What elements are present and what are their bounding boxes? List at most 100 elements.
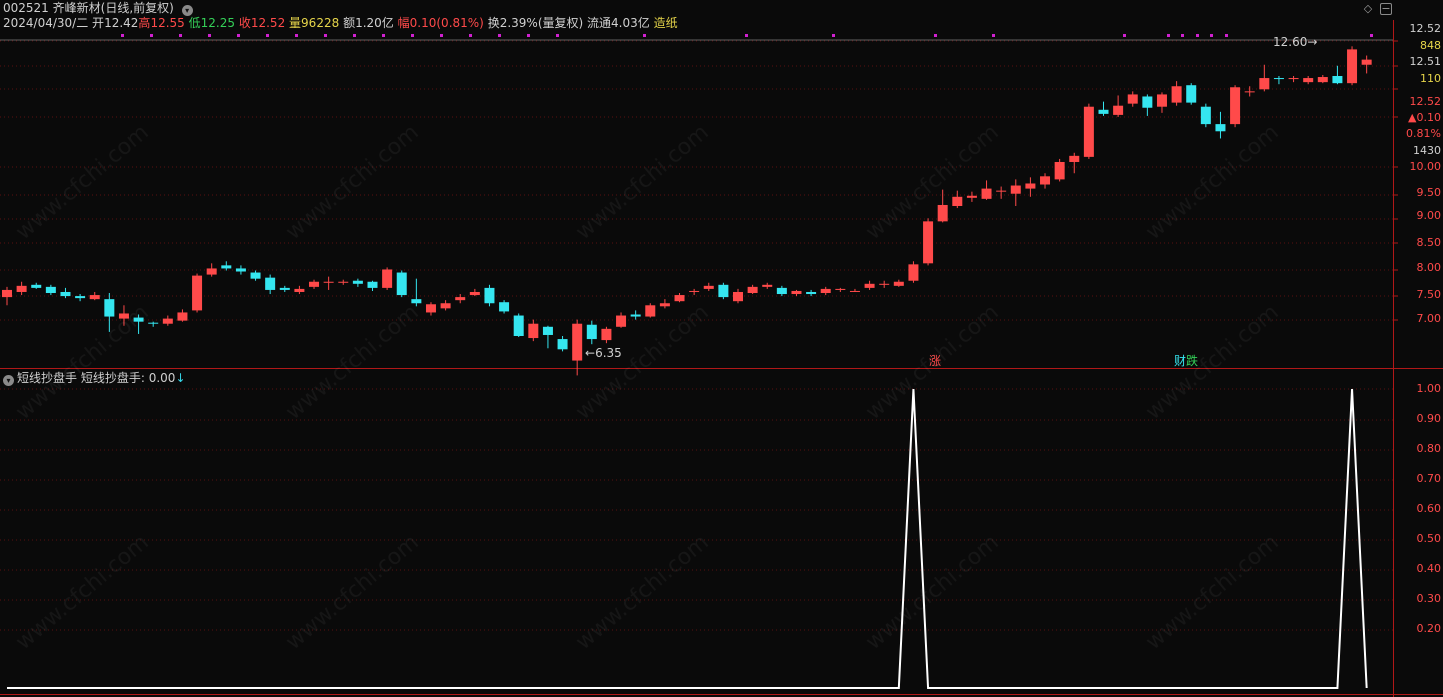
candle-down — [806, 291, 817, 295]
indicator-axis-label: 0.40 — [1416, 562, 1442, 575]
event-dot — [498, 34, 501, 37]
event-dot — [527, 34, 530, 37]
change-label: 幅 — [397, 16, 410, 30]
price-axis-label: 8.00 — [1416, 261, 1442, 274]
quote-info-row: 2024/04/30/二 开12.42高12.55 低12.25 收12.52 … — [3, 15, 678, 31]
candle-up — [1361, 59, 1372, 65]
price-axis-label: 12.52 — [1409, 22, 1442, 35]
candle-down — [557, 339, 568, 350]
indicator-axis-label: 0.90 — [1416, 412, 1442, 425]
candle-up — [996, 190, 1007, 192]
event-down-label: 跌 — [1186, 354, 1199, 368]
candle-up — [1069, 155, 1080, 162]
candle-up — [338, 281, 349, 283]
candle-up — [1317, 77, 1328, 83]
indicator-value: 0.00 — [148, 371, 176, 385]
candle-down — [133, 317, 144, 322]
candle-down — [396, 272, 407, 296]
candle-up — [601, 328, 612, 341]
candle-up — [733, 291, 743, 302]
candle-up — [791, 290, 802, 295]
event-dot — [469, 34, 472, 37]
candle-up — [309, 281, 320, 287]
volume-label: 量 — [289, 16, 302, 30]
amount-value: 1.20亿 — [355, 16, 394, 30]
candle-down — [776, 287, 787, 295]
event-dot — [382, 34, 385, 37]
candle-up — [1259, 78, 1270, 90]
candle-down — [1098, 109, 1109, 114]
candle-down — [484, 287, 495, 304]
max-price-label: 12.60→ — [1273, 35, 1318, 49]
low-value: 12.25 — [200, 16, 235, 30]
event-dot — [150, 34, 153, 37]
price-axis-label: ▲0.10 — [1408, 111, 1441, 124]
candle-up — [469, 291, 480, 296]
indicator-line — [7, 388, 1368, 689]
candle-up — [1347, 49, 1358, 84]
candle-up — [952, 196, 963, 207]
candle-down — [265, 277, 276, 290]
diamond-icon[interactable]: ◇ — [1362, 3, 1374, 15]
min-price-label: ←6.35 — [585, 346, 622, 360]
indicator-axis-label: 0.70 — [1416, 472, 1442, 485]
price-axis-label: 12.52 — [1409, 95, 1442, 108]
high-value: 12.55 — [150, 16, 185, 30]
turnover-value: 2.39%(量复权) — [499, 16, 584, 30]
candle-up — [1288, 78, 1299, 80]
float-label: 流通 — [587, 16, 612, 30]
minimize-panel-icon[interactable]: − — [1380, 3, 1392, 15]
candle-up — [16, 285, 27, 292]
chevron-down-icon[interactable]: ▾ — [3, 375, 14, 386]
candle-down — [148, 322, 159, 324]
turnover-label: 换 — [487, 16, 500, 30]
volume-value: 96228 — [301, 16, 340, 30]
event-dot — [1210, 34, 1213, 37]
candle-up — [162, 318, 173, 324]
candle-up — [1025, 183, 1036, 189]
event-dot — [556, 34, 559, 37]
high-label: 高 — [138, 16, 151, 30]
event-dot — [1225, 34, 1228, 37]
candle-up — [323, 281, 334, 283]
event-dot — [832, 34, 835, 37]
event-dot — [1181, 34, 1184, 37]
candle-up — [937, 204, 948, 222]
price-axis-label: 848 — [1420, 39, 1441, 52]
amount-label: 额 — [343, 16, 356, 30]
open-value: 12.42 — [104, 16, 139, 30]
price-axis-label: 1430 — [1413, 144, 1441, 157]
indicator-axis-label: 0.50 — [1416, 532, 1442, 545]
close-value: 12.52 — [250, 16, 286, 30]
kline-chart[interactable] — [0, 0, 1443, 697]
candle-up — [1156, 94, 1167, 107]
chart-period[interactable]: (日线,前复权) — [101, 1, 174, 15]
event-dot — [353, 34, 356, 37]
event-dot — [208, 34, 211, 37]
candle-up — [1303, 78, 1314, 83]
event-marker-up[interactable]: 涨 — [929, 353, 941, 369]
candle-down — [718, 284, 729, 298]
event-dot — [745, 34, 748, 37]
price-axis-label: 7.00 — [1416, 312, 1442, 325]
candle-up — [762, 284, 773, 287]
candle-up — [1054, 161, 1065, 180]
event-dot — [411, 34, 414, 37]
candle-up — [1230, 87, 1241, 125]
candle-up — [1244, 91, 1255, 93]
candle-down — [513, 315, 524, 336]
indicator-title: 短线抄盘手: — [80, 371, 145, 385]
candle-up — [1040, 176, 1051, 185]
price-axis-label: 7.50 — [1416, 288, 1442, 301]
candle-down — [352, 280, 363, 284]
indicator-name[interactable]: 短线抄盘手 — [17, 371, 77, 385]
candle-down — [1332, 76, 1343, 84]
price-axis-label: 0.81% — [1406, 127, 1441, 140]
candle-up — [425, 304, 436, 313]
candle-up — [118, 313, 129, 319]
event-marker-finance[interactable]: 财跌 — [1174, 353, 1198, 369]
change-value: 0.10(0.81%) — [409, 16, 484, 30]
candle-up — [893, 281, 904, 286]
concept-tag[interactable]: 造纸 — [654, 16, 678, 30]
price-axis-label: 110 — [1420, 72, 1441, 85]
